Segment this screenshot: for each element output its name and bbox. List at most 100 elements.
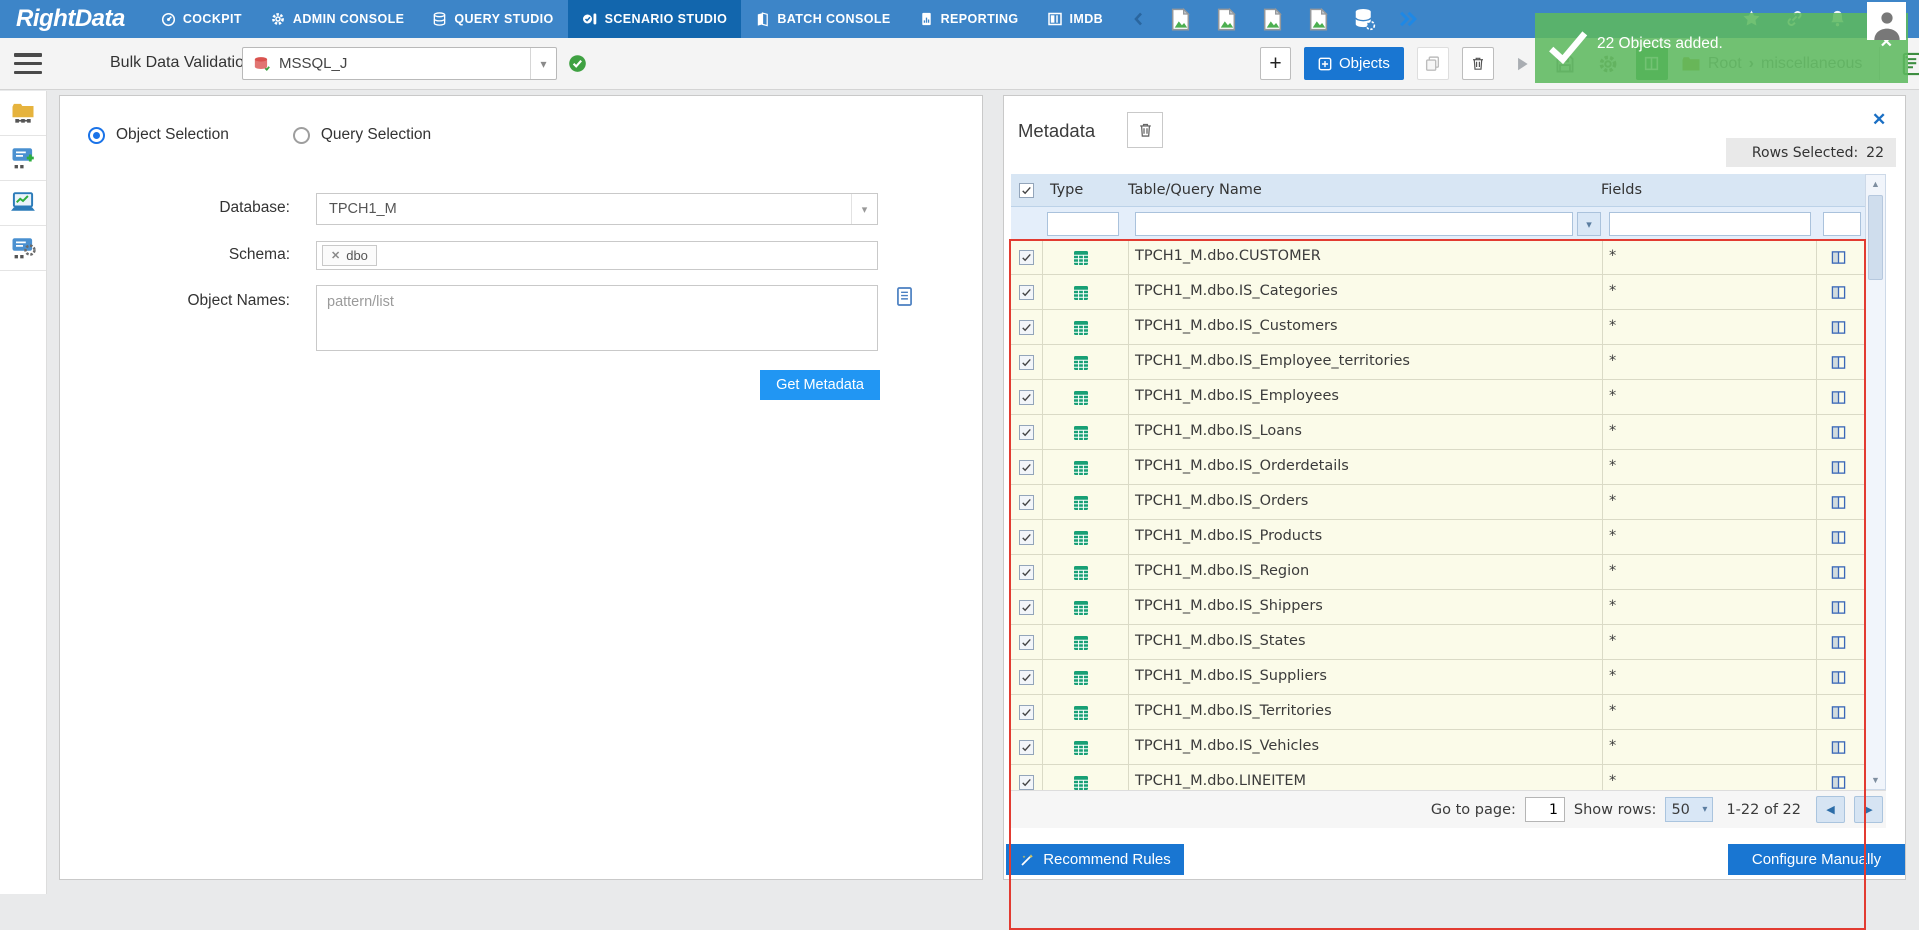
row-checkbox[interactable] bbox=[1019, 635, 1034, 650]
row-checkbox[interactable] bbox=[1019, 740, 1034, 755]
filter-caret-icon[interactable]: ▾ bbox=[1577, 212, 1601, 236]
nav-tabs: COCKPIT ADMIN CONSOLE QUERY STUDIO SCENA… bbox=[147, 0, 1117, 38]
pattern-file-icon[interactable] bbox=[894, 285, 915, 308]
chip-remove-icon[interactable]: ✕ bbox=[331, 249, 340, 262]
table-row: TPCH1_M.dbo.IS_Orderdetails * bbox=[1011, 450, 1865, 485]
report-chart-icon bbox=[919, 11, 934, 27]
table-scrollbar[interactable]: ▲ ▼ bbox=[1865, 174, 1886, 790]
row-checkbox[interactable] bbox=[1019, 670, 1034, 685]
row-checkbox[interactable] bbox=[1019, 530, 1034, 545]
row-checkbox[interactable] bbox=[1019, 495, 1034, 510]
sidebar-item-dataset-explorer[interactable] bbox=[0, 91, 46, 136]
show-rows-select[interactable]: 50 ▾ bbox=[1665, 797, 1714, 822]
table-type-icon bbox=[1073, 320, 1089, 336]
metadata-delete-button[interactable] bbox=[1127, 112, 1163, 148]
browse-columns-icon[interactable] bbox=[1831, 250, 1846, 265]
image-page-icon[interactable] bbox=[1168, 6, 1193, 33]
row-checkbox[interactable] bbox=[1019, 250, 1034, 265]
row-checkbox[interactable] bbox=[1019, 425, 1034, 440]
table-type-icon bbox=[1073, 670, 1089, 686]
browse-columns-icon[interactable] bbox=[1831, 775, 1846, 790]
name-filter-input[interactable] bbox=[1135, 212, 1573, 236]
browse-columns-icon[interactable] bbox=[1831, 495, 1846, 510]
browse-columns-icon[interactable] bbox=[1831, 565, 1846, 580]
cockpit-gauge-icon bbox=[161, 12, 176, 27]
tab-cockpit[interactable]: COCKPIT bbox=[147, 0, 256, 38]
get-metadata-button[interactable]: Get Metadata bbox=[760, 370, 880, 400]
sidebar-item-monitor[interactable] bbox=[0, 181, 46, 226]
configure-manually-button[interactable]: Configure Manually bbox=[1728, 844, 1905, 875]
table-name-cell: TPCH1_M.dbo.IS_Orderdetails bbox=[1135, 458, 1349, 474]
type-filter-input[interactable] bbox=[1047, 212, 1119, 236]
columns-window-icon bbox=[1047, 11, 1063, 27]
tab-query-studio[interactable]: QUERY STUDIO bbox=[418, 0, 567, 38]
object-names-input[interactable] bbox=[316, 285, 878, 351]
row-checkbox[interactable] bbox=[1019, 320, 1034, 335]
recommend-rules-button[interactable]: Recommend Rules bbox=[1006, 844, 1184, 875]
browse-columns-icon[interactable] bbox=[1831, 530, 1846, 545]
metadata-close-icon[interactable]: ✕ bbox=[1872, 110, 1886, 130]
browse-columns-icon[interactable] bbox=[1831, 320, 1846, 335]
double-chevron-right-icon[interactable] bbox=[1397, 9, 1419, 29]
schema-chip: ✕ dbo bbox=[322, 245, 377, 266]
show-rows-value: 50 bbox=[1671, 801, 1690, 818]
row-checkbox[interactable] bbox=[1019, 565, 1034, 580]
hamburger-menu-icon[interactable] bbox=[14, 53, 42, 74]
row-checkbox[interactable] bbox=[1019, 285, 1034, 300]
page-number-input[interactable] bbox=[1524, 797, 1565, 822]
tab-reporting[interactable]: REPORTING bbox=[905, 0, 1033, 38]
image-page-icon[interactable] bbox=[1306, 6, 1331, 33]
image-page-icon[interactable] bbox=[1214, 6, 1239, 33]
browse-columns-icon[interactable] bbox=[1831, 705, 1846, 720]
browse-columns-icon[interactable] bbox=[1831, 425, 1846, 440]
table-row: TPCH1_M.dbo.IS_Products * bbox=[1011, 520, 1865, 555]
fields-filter-input[interactable] bbox=[1609, 212, 1811, 236]
table-row: TPCH1_M.dbo.IS_Orders * bbox=[1011, 485, 1865, 520]
image-page-icon[interactable] bbox=[1260, 6, 1285, 33]
connection-select[interactable]: MSSQL_J ▾ bbox=[242, 47, 557, 80]
schema-field[interactable]: ✕ dbo bbox=[316, 241, 878, 270]
browse-columns-icon[interactable] bbox=[1831, 390, 1846, 405]
recommend-rules-label: Recommend Rules bbox=[1043, 851, 1171, 868]
scroll-up-icon[interactable]: ▲ bbox=[1866, 175, 1885, 193]
prev-page-button[interactable]: ◀ bbox=[1816, 796, 1845, 823]
row-checkbox[interactable] bbox=[1019, 705, 1034, 720]
chevron-left-icon[interactable] bbox=[1131, 10, 1147, 28]
radio-query-selection[interactable]: Query Selection bbox=[292, 126, 431, 144]
tab-batch-console[interactable]: BATCH CONSOLE bbox=[741, 0, 904, 38]
run-icon[interactable] bbox=[1507, 47, 1537, 80]
scrollbar-thumb[interactable] bbox=[1868, 195, 1883, 280]
tab-admin-console[interactable]: ADMIN CONSOLE bbox=[256, 0, 418, 38]
browse-columns-icon[interactable] bbox=[1831, 600, 1846, 615]
sidebar-item-create-scenario[interactable] bbox=[0, 136, 46, 181]
browse-columns-icon[interactable] bbox=[1831, 460, 1846, 475]
row-checkbox[interactable] bbox=[1019, 355, 1034, 370]
add-objects-button[interactable]: Objects bbox=[1304, 47, 1404, 80]
add-button[interactable]: + bbox=[1260, 47, 1291, 80]
fields-cell: * bbox=[1609, 528, 1617, 544]
fields-cell: * bbox=[1609, 633, 1617, 649]
next-page-button[interactable]: ▶ bbox=[1854, 796, 1883, 823]
tab-scenario-studio[interactable]: SCENARIO STUDIO bbox=[567, 0, 742, 38]
tab-imdb[interactable]: IMDB bbox=[1033, 0, 1118, 38]
user-avatar[interactable] bbox=[1867, 2, 1906, 40]
browse-columns-icon[interactable] bbox=[1831, 635, 1846, 650]
database-gear-icon[interactable] bbox=[1352, 6, 1376, 32]
sidebar-item-config[interactable] bbox=[0, 226, 46, 271]
browse-columns-icon[interactable] bbox=[1831, 285, 1846, 300]
browse-columns-icon[interactable] bbox=[1831, 670, 1846, 685]
row-checkbox[interactable] bbox=[1019, 390, 1034, 405]
connection-value: MSSQL_J bbox=[279, 55, 348, 72]
action-filter-input[interactable] bbox=[1823, 212, 1861, 236]
delete-button[interactable] bbox=[1461, 47, 1494, 80]
copy-button[interactable] bbox=[1416, 47, 1449, 80]
row-checkbox[interactable] bbox=[1019, 600, 1034, 615]
row-checkbox[interactable] bbox=[1019, 775, 1034, 790]
row-checkbox[interactable] bbox=[1019, 460, 1034, 475]
radio-object-selection[interactable]: Object Selection bbox=[88, 126, 229, 144]
browse-columns-icon[interactable] bbox=[1831, 740, 1846, 755]
database-select[interactable]: TPCH1_M ▾ bbox=[316, 193, 878, 225]
select-all-checkbox[interactable] bbox=[1019, 182, 1034, 198]
browse-columns-icon[interactable] bbox=[1831, 355, 1846, 370]
scroll-down-icon[interactable]: ▼ bbox=[1866, 771, 1885, 789]
